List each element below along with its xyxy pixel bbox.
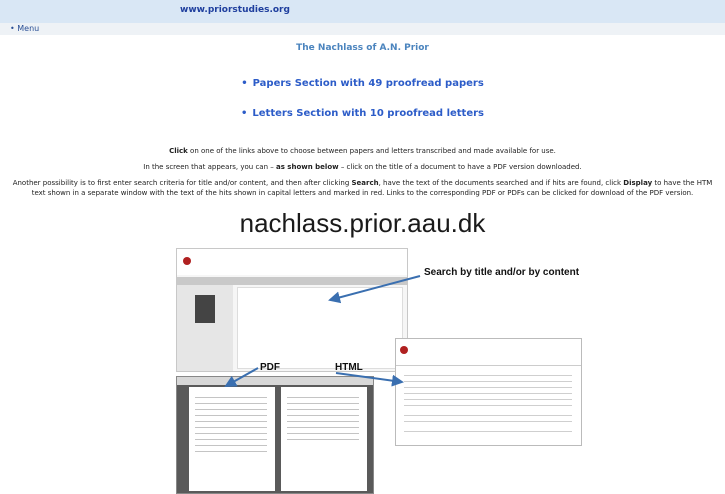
para3-text-b: , have the text of the documents searche… (378, 179, 624, 187)
search-page-screenshot (176, 248, 408, 372)
para2-text-a: In the screen that appears, you can – (143, 163, 276, 171)
para1-text: on one of the links above to choose betw… (187, 147, 556, 155)
bullet-icon: • (240, 108, 248, 119)
callout-html: HTML (335, 362, 363, 373)
callout-pdf: PDF (260, 362, 280, 373)
para3-text-c: to have the HTM (652, 179, 713, 187)
screenshot-header (177, 249, 407, 275)
university-logo-icon (183, 257, 191, 265)
pdf-page-right (281, 387, 367, 491)
letters-section-link[interactable]: • Letters Section with 10 proofread lette… (0, 108, 725, 119)
html-result-header (396, 339, 581, 366)
illustration-site-heading: nachlass.prior.aau.dk (239, 208, 486, 238)
as-shown-below: as shown below (275, 163, 339, 171)
callout-search: Search by title and/or by content (424, 267, 580, 278)
text-line (404, 431, 572, 432)
html-result-screenshot (395, 338, 582, 446)
click-word: Click (169, 147, 188, 155)
university-logo-icon (400, 346, 408, 354)
bullet-icon: • (241, 78, 248, 89)
text-line (404, 393, 572, 394)
screenshot-search-form (237, 287, 403, 369)
text-line (404, 421, 572, 422)
instruction-paragraph-1: Click on one of the links above to choos… (0, 146, 725, 156)
para3-line2-text: text shown in a separate window with the… (31, 189, 694, 197)
pdf-viewer-screenshot (176, 376, 374, 494)
papers-link-text: Papers Section with 49 proofread papers (252, 78, 484, 89)
text-line (404, 399, 572, 400)
prior-photo (195, 295, 215, 323)
text-line (404, 387, 572, 388)
menu-link[interactable]: • Menu (10, 24, 39, 33)
screenshot-navbar (177, 277, 407, 285)
text-line (404, 375, 572, 376)
text-line (404, 405, 572, 406)
site-url-link[interactable]: www.priorstudies.org (0, 5, 470, 15)
para3-text-a: Another possibility is to first enter se… (12, 179, 352, 187)
display-word: Display (623, 179, 653, 187)
text-line (404, 381, 572, 382)
instruction-paragraph-2: In the screen that appears, you can – as… (0, 162, 725, 172)
para2-text-b: – click on the title of a document to ha… (338, 163, 582, 171)
papers-section-link[interactable]: • Papers Section with 49 proofread papers (0, 78, 725, 89)
menu-bar: • Menu (0, 23, 725, 35)
letters-link-text: Letters Section with 10 proofread letter… (252, 108, 485, 119)
pdf-toolbar (177, 377, 373, 385)
page-title: The Nachlass of A.N. Prior (296, 43, 429, 53)
search-word: Search (351, 179, 379, 187)
top-banner: www.priorstudies.org (0, 0, 725, 23)
instruction-paragraph-3: Another possibility is to first enter se… (0, 178, 725, 188)
instruction-paragraph-3-line2: text shown in a separate window with the… (0, 188, 725, 198)
text-line (404, 415, 572, 416)
pdf-page-left (189, 387, 275, 491)
